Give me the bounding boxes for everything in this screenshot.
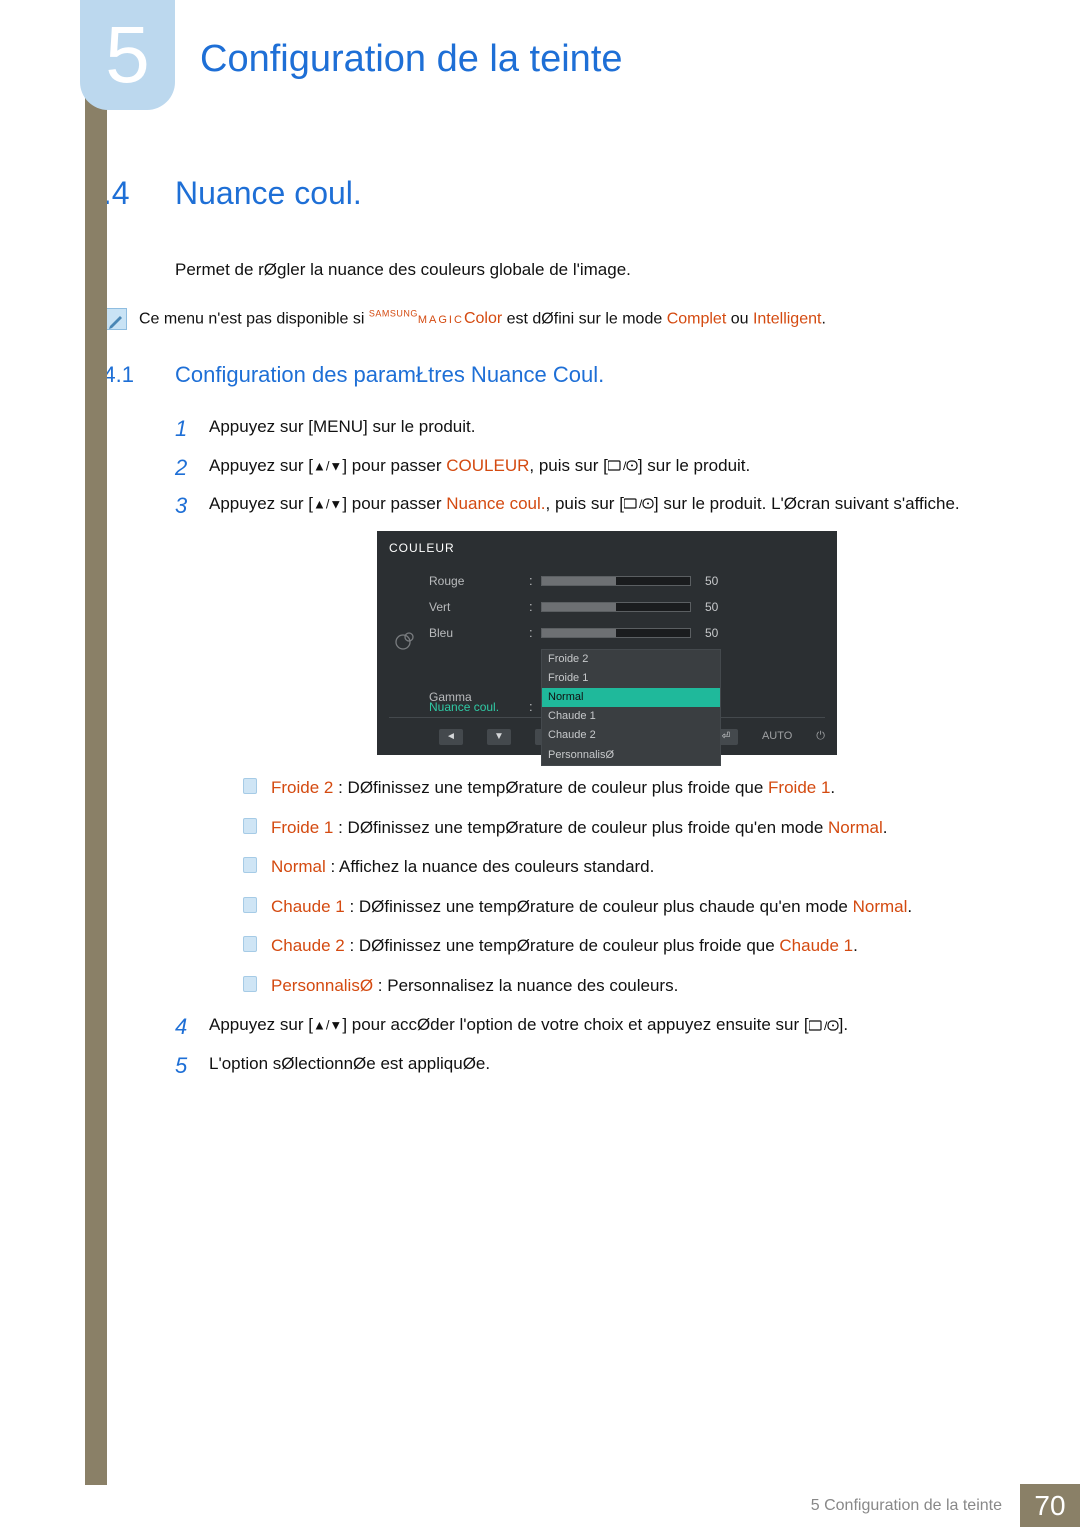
page-number: 70	[1020, 1484, 1080, 1527]
step-2: 2 Appuyez sur [▲/▼] pour passer COULEUR,…	[175, 453, 1005, 479]
osd-row-rouge: Rouge : 50	[423, 568, 825, 594]
left-vertical-stripe	[85, 0, 107, 1485]
enter-return-keys-icon: /	[624, 494, 654, 513]
chapter-number-tab: 5	[80, 0, 175, 110]
osd-title: COULEUR	[389, 539, 825, 558]
pencil-note-icon	[105, 308, 127, 330]
option-normal: Normal : Affichez la nuance des couleurs…	[243, 854, 1005, 880]
footer-chapter-label: 5 Configuration de la teinte	[811, 1497, 1002, 1515]
step-5: 5 L'option sØlectionnØe est appliquØe.	[175, 1051, 1005, 1077]
section-heading: 5.4 Nuance coul.	[85, 175, 1005, 212]
step-3: 3 Appuyez sur [▲/▼] pour passer Nuance c…	[175, 491, 1005, 998]
up-down-arrows-icon: ▲/▼	[313, 1018, 342, 1033]
option-personnalise: PersonnalisØ : Personnalisez la nuance d…	[243, 973, 1005, 999]
osd-category-icon	[389, 568, 423, 709]
enter-return-keys-icon: /	[809, 1015, 839, 1034]
osd-row-vert: Vert : 50	[423, 594, 825, 620]
osd-row-gamma: Gamma	[423, 685, 825, 710]
chapter-number: 5	[105, 9, 150, 101]
subsection-heading: 5.4.1 Configuration des paramŁtres Nuanc…	[85, 362, 1005, 388]
option-froide2: Froide 2 : DØfinissez une tempØrature de…	[243, 775, 1005, 801]
osd-slider	[541, 576, 691, 586]
up-down-arrows-icon: ▲/▼	[313, 496, 342, 511]
osd-slider	[541, 628, 691, 638]
chapter-title: Configuration de la teinte	[200, 38, 623, 81]
steps-list: 1 Appuyez sur [MENU] sur le produit. 2 A…	[175, 414, 1005, 1077]
step-1: 1 Appuyez sur [MENU] sur le produit.	[175, 414, 1005, 440]
enter-return-keys-icon: /	[608, 456, 638, 475]
note-text: Ce menu n'est pas disponible si SAMSUNGM…	[139, 308, 826, 331]
osd-monitor-menu: COULEUR Rouge : 50 Vert	[377, 531, 837, 755]
option-descriptions: Froide 2 : DØfinissez une tempØrature de…	[243, 775, 1005, 998]
info-note: Ce menu n'est pas disponible si SAMSUNGM…	[105, 308, 1005, 331]
osd-row-bleu: Bleu : 50	[423, 620, 825, 646]
intro-paragraph: Permet de rØgler la nuance des couleurs …	[175, 257, 1005, 283]
page-footer: 5 Configuration de la teinte 70	[0, 1484, 1080, 1527]
option-chaude1: Chaude 1 : DØfinissez une tempØrature de…	[243, 894, 1005, 920]
subsection-title: Configuration des paramŁtres Nuance Coul…	[175, 362, 604, 388]
step-4: 4 Appuyez sur [▲/▼] pour accØder l'optio…	[175, 1012, 1005, 1038]
osd-slider	[541, 602, 691, 612]
menu-key: MENU	[313, 417, 363, 436]
samsung-magic-color: SAMSUNGMAGICColor	[369, 310, 502, 327]
up-down-arrows-icon: ▲/▼	[313, 458, 342, 473]
section-title: Nuance coul.	[175, 175, 362, 212]
option-froide1: Froide 1 : DØfinissez une tempØrature de…	[243, 815, 1005, 841]
option-chaude2: Chaude 2 : DØfinissez une tempØrature de…	[243, 933, 1005, 959]
